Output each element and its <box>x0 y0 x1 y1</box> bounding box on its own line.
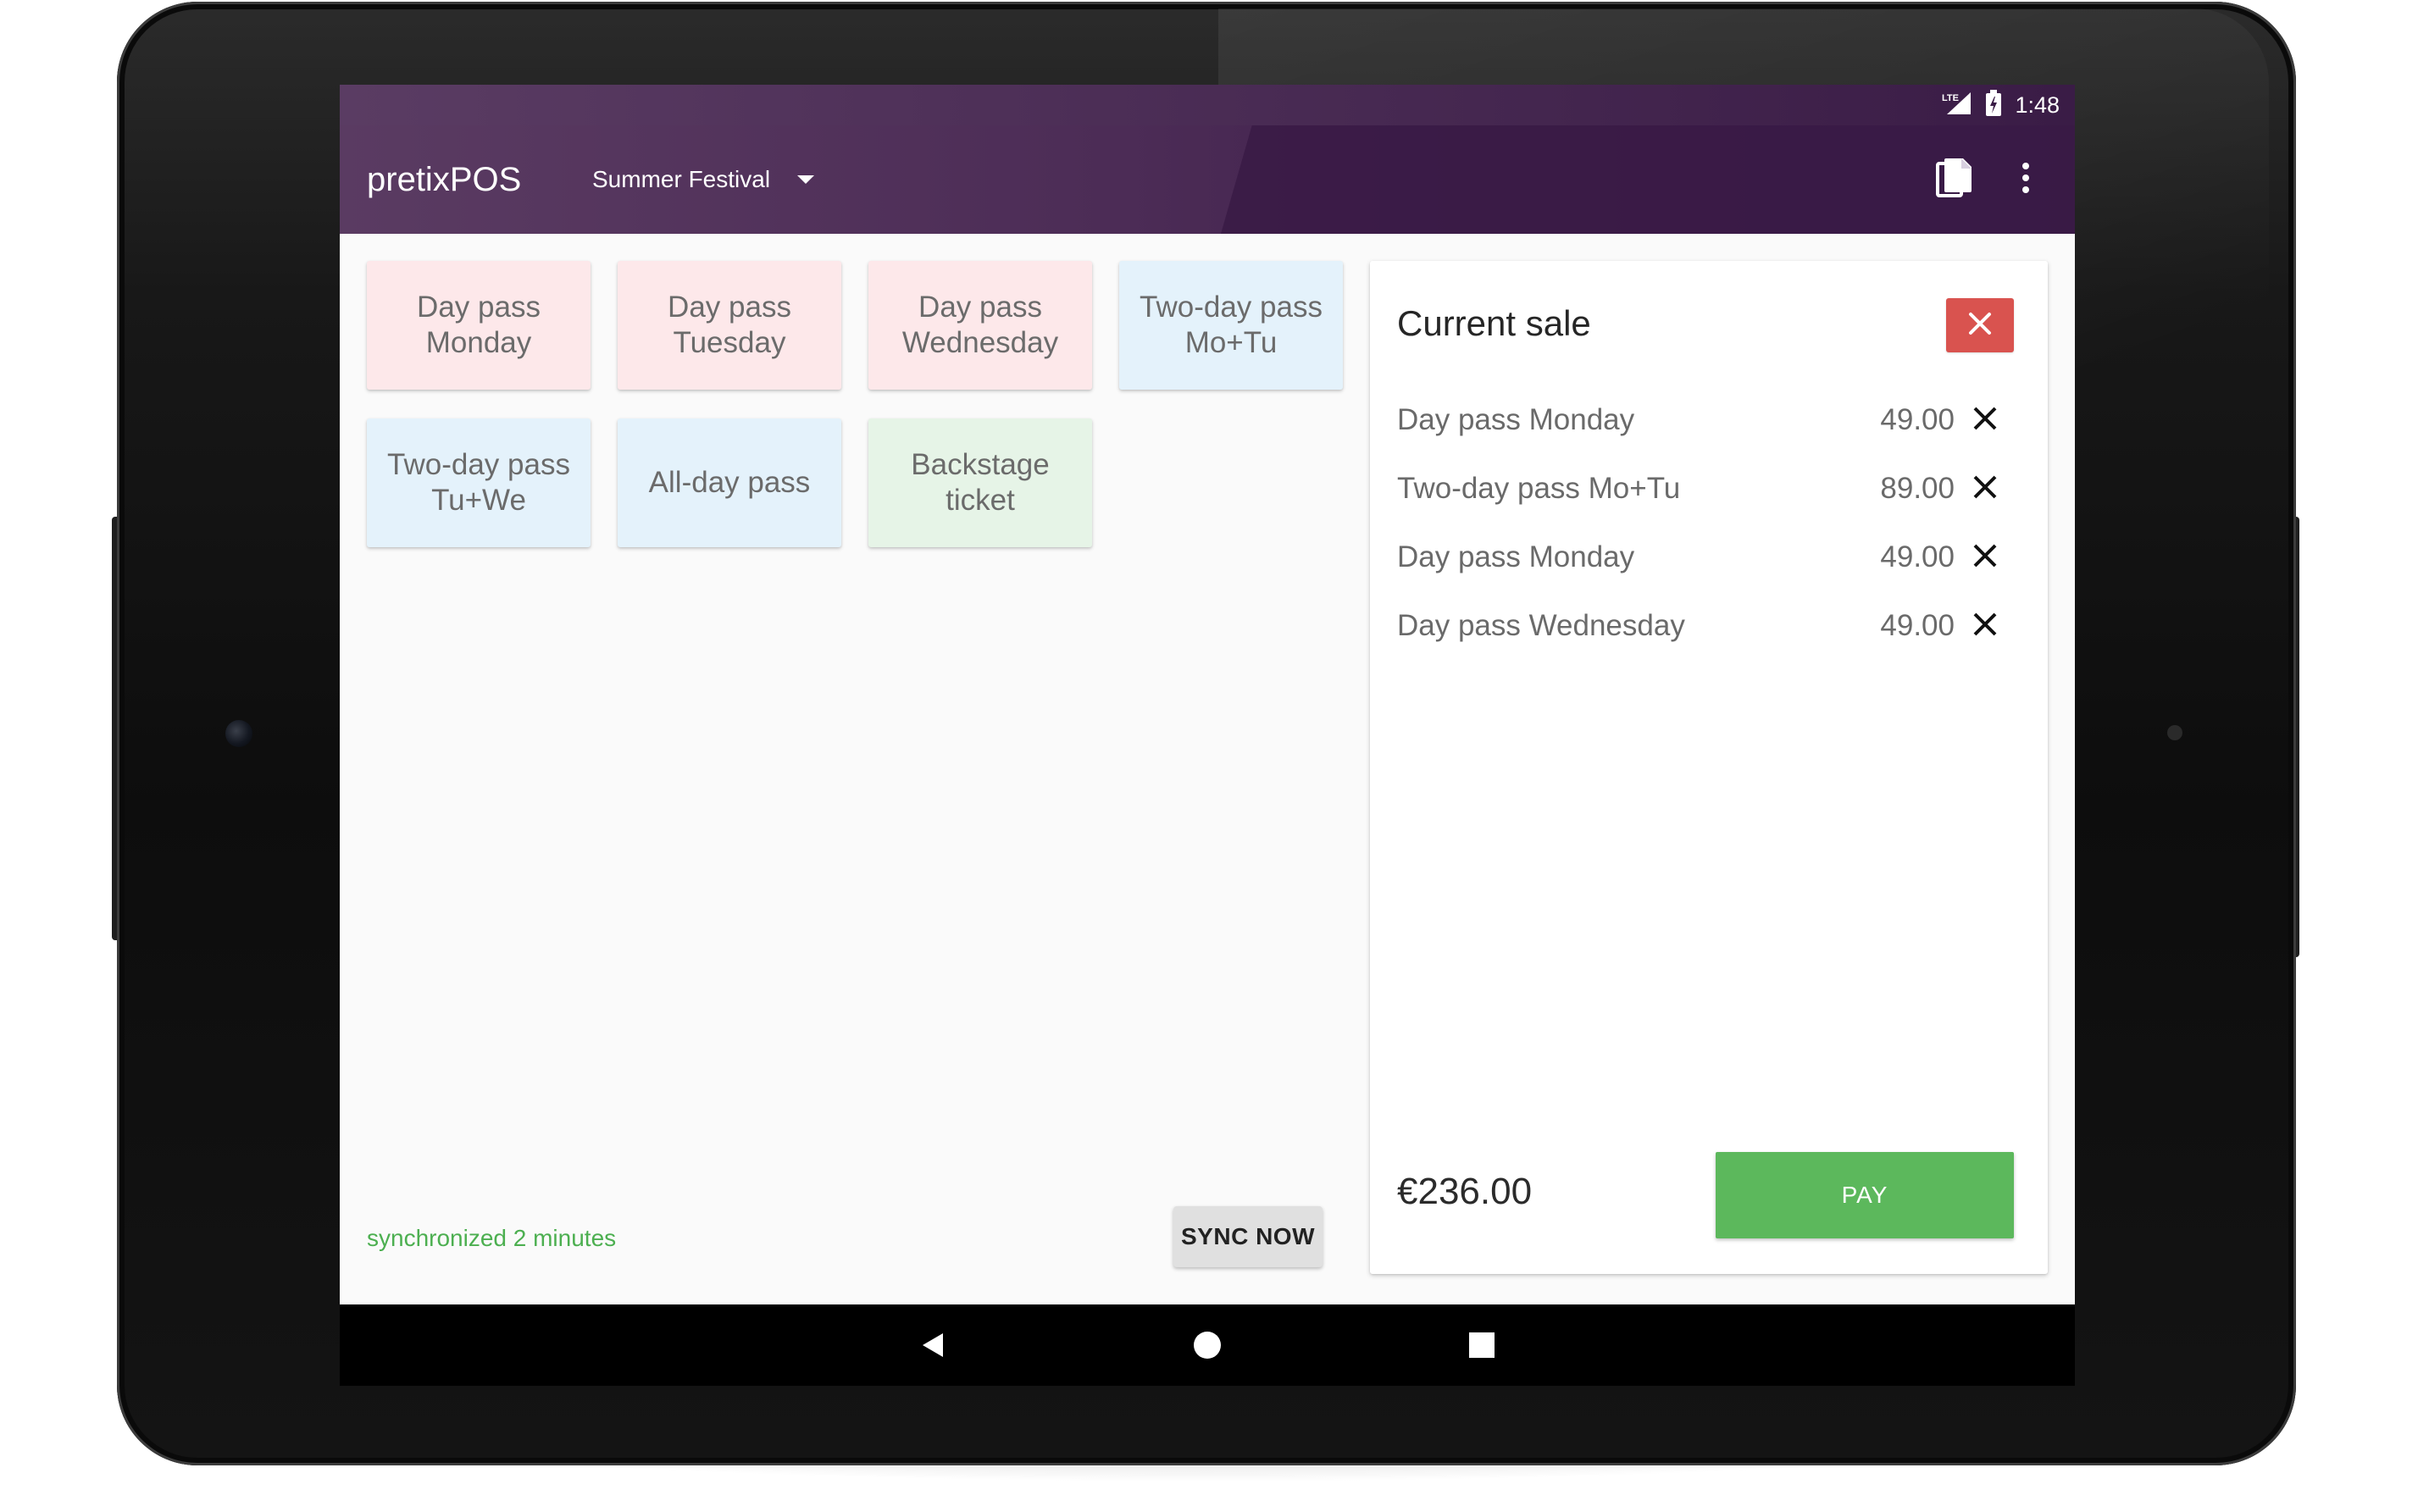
sale-item-name: Day pass Monday <box>1397 540 1635 573</box>
remove-item-button[interactable] <box>1968 402 2002 435</box>
nav-recents-button[interactable] <box>1441 1304 1522 1386</box>
nav-back-button[interactable] <box>892 1304 973 1386</box>
product-backstage-ticket[interactable]: Backstage ticket <box>868 418 1092 547</box>
pay-button[interactable]: PAY <box>1716 1152 2014 1238</box>
sync-now-button[interactable]: SYNC NOW <box>1173 1206 1323 1267</box>
sale-item-price: 49.00 <box>1880 609 1955 642</box>
sale-title: Current sale <box>1397 303 1591 343</box>
current-sale-panel: Current sale Day pass Monday 49.00 Two-d… <box>1370 261 2048 1274</box>
document-icon <box>1936 157 1973 203</box>
sale-item-price: 89.00 <box>1880 472 1955 505</box>
nav-home-button[interactable] <box>1167 1304 1248 1386</box>
sale-line-item: Day pass Monday 49.00 <box>1397 532 2016 583</box>
recents-icon <box>1469 1332 1495 1358</box>
sale-item-name: Day pass Monday <box>1397 403 1635 436</box>
sync-status: synchronized 2 minutes <box>367 1225 617 1251</box>
event-selector[interactable]: Summer Festival <box>592 125 815 234</box>
document-button[interactable] <box>1929 154 1980 205</box>
event-dropdown-icon <box>797 175 815 184</box>
app-bar: pretixPOS Summer Festival <box>340 125 2075 234</box>
signal-lte-icon: LTE <box>1942 91 1972 120</box>
product-day-pass-wednesday[interactable]: Day pass Wednesday <box>868 261 1092 390</box>
close-icon <box>1967 311 1993 341</box>
event-name: Summer Festival <box>592 166 771 192</box>
clear-sale-button[interactable] <box>1946 298 2014 352</box>
remove-icon <box>1973 544 1997 568</box>
remove-item-button[interactable] <box>1968 539 2002 573</box>
product-label: All-day pass <box>648 466 811 499</box>
sale-item-price: 49.00 <box>1880 403 1955 436</box>
status-bar: LTE 1:48 <box>340 85 2075 125</box>
sale-item-name: Day pass Wednesday <box>1397 609 1685 642</box>
product-label: Backstage ticket <box>911 448 1050 517</box>
product-day-pass-tuesday[interactable]: Day pass Tuesday <box>618 261 841 390</box>
app-title: pretixPOS <box>367 160 522 198</box>
network-type-label: LTE <box>1942 93 1959 103</box>
sale-line-item: Two-day pass Mo+Tu 89.00 <box>1397 463 2016 514</box>
product-two-day-pass-tu-we[interactable]: Two-day pass Tu+We <box>367 418 591 547</box>
product-all-day-pass[interactable]: All-day pass <box>618 418 841 547</box>
remove-icon <box>1973 407 1997 430</box>
sale-total: €236.00 <box>1397 1171 1533 1212</box>
sale-item-name: Two-day pass Mo+Tu <box>1397 472 1681 505</box>
back-icon <box>923 1333 943 1357</box>
remove-icon <box>1973 475 1997 499</box>
screen: LTE 1:48 pretixPOS Summer Festival Day p… <box>340 85 2075 1304</box>
light-sensor <box>2167 725 2182 740</box>
sale-line-item: Day pass Monday 49.00 <box>1397 395 2016 446</box>
product-label: Day pass Tuesday <box>668 291 791 359</box>
product-two-day-pass-mo-tu[interactable]: Two-day pass Mo+Tu <box>1119 261 1343 390</box>
overflow-menu-button[interactable] <box>2000 154 2051 205</box>
remove-item-button[interactable] <box>1968 607 2002 641</box>
remove-item-button[interactable] <box>1968 470 2002 504</box>
product-label: Day pass Wednesday <box>901 291 1059 359</box>
overflow-menu-icon <box>2021 161 2031 199</box>
sale-line-item: Day pass Wednesday 49.00 <box>1397 601 2016 651</box>
status-time: 1:48 <box>2015 91 2060 118</box>
status-icons: LTE 1:48 <box>1942 85 2060 125</box>
remove-icon <box>1973 612 1997 636</box>
product-day-pass-monday[interactable]: Day pass Monday <box>367 261 591 390</box>
front-camera <box>225 720 252 747</box>
product-label: Day pass Monday <box>417 291 541 359</box>
home-icon <box>1194 1332 1221 1359</box>
sale-item-price: 49.00 <box>1880 540 1955 573</box>
product-label: Two-day pass Mo+Tu <box>1140 291 1323 359</box>
product-label: Two-day pass Tu+We <box>387 448 570 517</box>
battery-icon <box>1984 89 2003 121</box>
navigation-bar <box>340 1304 2075 1386</box>
